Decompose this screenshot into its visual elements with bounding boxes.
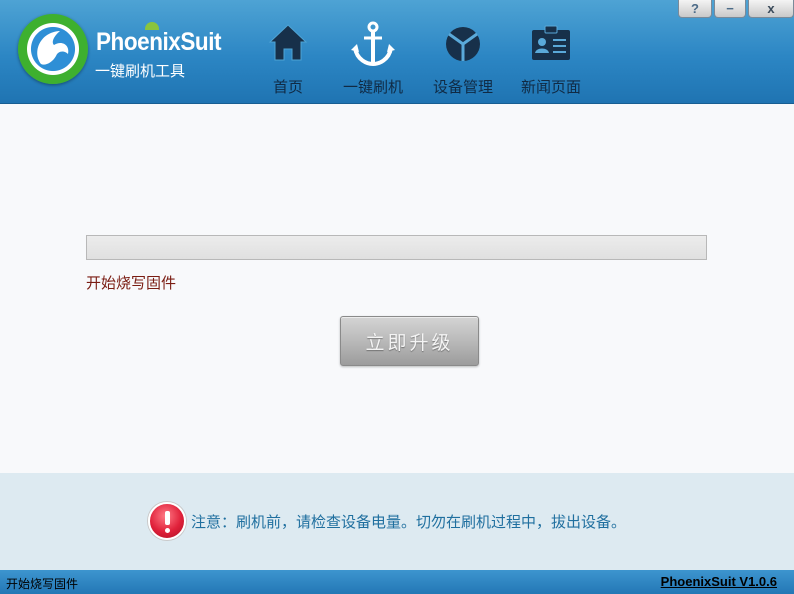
home-icon <box>268 24 308 61</box>
device-manage-icon <box>446 27 480 61</box>
nav-device-manage[interactable]: 设备管理 <box>428 0 498 104</box>
nav-device-manage-label: 设备管理 <box>432 78 493 96</box>
nav-flash[interactable]: 一键刷机 <box>336 0 410 104</box>
flash-status-text: 开始烧写固件 <box>86 274 177 292</box>
flash-panel: 开始烧写固件 立即升级 <box>0 105 794 473</box>
flash-progress-bar <box>86 235 707 260</box>
window-controls: ? − x <box>678 0 794 18</box>
anchor-icon <box>351 21 395 67</box>
help-button[interactable]: ? <box>678 0 712 18</box>
close-button[interactable]: x <box>748 0 794 18</box>
app-name: PhoenixSuit <box>96 28 222 56</box>
title-header: PhoenixSuit 一键刷机工具 首页 一键刷机 设备管理 新闻页面 ? −… <box>0 0 794 104</box>
upgrade-now-button[interactable]: 立即升级 <box>340 316 479 366</box>
nav-home-label: 首页 <box>272 78 303 96</box>
nav-news-label: 新闻页面 <box>520 78 581 96</box>
notice-text: 注意：刷机前，请检查设备电量。切勿在刷机过程中，拔出设备。 <box>191 513 627 531</box>
phoenix-logo-icon <box>18 14 88 84</box>
news-card-icon <box>532 25 570 60</box>
app-subtitle: 一键刷机工具 <box>95 62 186 80</box>
notice-panel: 注意：刷机前，请检查设备电量。切勿在刷机过程中，拔出设备。 <box>0 473 794 570</box>
version-link[interactable]: PhoenixSuit V1.0.6 <box>661 574 777 589</box>
nav-flash-label: 一键刷机 <box>342 78 403 96</box>
nav-home[interactable]: 首页 <box>258 0 318 104</box>
warning-icon <box>148 502 186 540</box>
minimize-button[interactable]: − <box>714 0 746 18</box>
nav-news[interactable]: 新闻页面 <box>516 0 586 104</box>
status-bar: 开始烧写固件 PhoenixSuit V1.0.6 <box>0 570 794 594</box>
status-bar-text: 开始烧写固件 <box>6 577 79 591</box>
